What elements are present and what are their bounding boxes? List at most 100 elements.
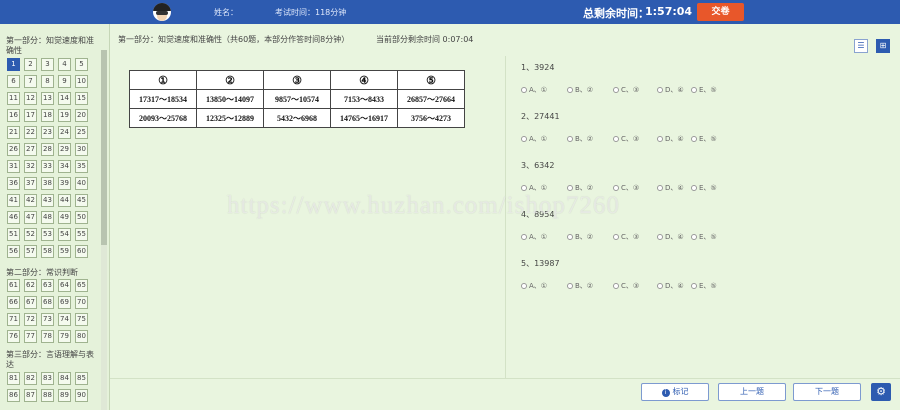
question-number-button[interactable]: 75 [75,313,88,326]
answer-option[interactable]: B、② [567,281,593,291]
question-number-button[interactable]: 45 [75,194,88,207]
question-number-button[interactable]: 71 [7,313,20,326]
radio-button[interactable] [657,136,663,142]
question-number-button[interactable]: 55 [75,228,88,241]
question-number-button[interactable]: 22 [24,126,37,139]
question-number-button[interactable]: 29 [58,143,71,156]
question-number-button[interactable]: 13 [41,92,54,105]
question-number-button[interactable]: 59 [58,245,71,258]
question-number-button[interactable]: 50 [75,211,88,224]
question-number-button[interactable]: 77 [24,330,37,343]
previous-question-button[interactable]: 上一题 [718,383,786,401]
question-number-button[interactable]: 47 [24,211,37,224]
question-number-button[interactable]: 79 [58,330,71,343]
question-number-button[interactable]: 51 [7,228,20,241]
question-number-button[interactable]: 66 [7,296,20,309]
radio-button[interactable] [691,234,697,240]
radio-button[interactable] [613,283,619,289]
answer-option[interactable]: C、③ [613,85,639,95]
question-number-button[interactable]: 60 [75,245,88,258]
question-number-button[interactable]: 15 [75,92,88,105]
question-number-button[interactable]: 43 [41,194,54,207]
answer-option[interactable]: E、⑤ [691,281,717,291]
question-number-button[interactable]: 9 [58,75,71,88]
question-number-button[interactable]: 69 [58,296,71,309]
question-number-button[interactable]: 27 [24,143,37,156]
radio-button[interactable] [567,185,573,191]
list-icon[interactable]: ☰ [854,39,868,53]
question-number-button[interactable]: 23 [41,126,54,139]
question-number-button[interactable]: 90 [75,389,88,402]
radio-button[interactable] [691,87,697,93]
question-number-button[interactable]: 28 [41,143,54,156]
question-number-button[interactable]: 7 [24,75,37,88]
question-number-button[interactable]: 85 [75,372,88,385]
question-number-button[interactable]: 35 [75,160,88,173]
question-number-button[interactable]: 76 [7,330,20,343]
answer-option[interactable]: E、⑤ [691,232,717,242]
question-number-button[interactable]: 52 [24,228,37,241]
question-number-button[interactable]: 30 [75,143,88,156]
mark-button[interactable]: i 标记 [641,383,709,401]
answer-option[interactable]: C、③ [613,281,639,291]
question-number-button[interactable]: 11 [7,92,20,105]
answer-option[interactable]: D、④ [657,134,684,144]
question-number-button[interactable]: 6 [7,75,20,88]
question-number-button[interactable]: 8 [41,75,54,88]
answer-option[interactable]: A、① [521,281,547,291]
radio-button[interactable] [657,185,663,191]
question-number-button[interactable]: 74 [58,313,71,326]
radio-button[interactable] [567,87,573,93]
answer-option[interactable]: C、③ [613,232,639,242]
answer-option[interactable]: C、③ [613,134,639,144]
question-number-button[interactable]: 42 [24,194,37,207]
radio-button[interactable] [567,234,573,240]
radio-button[interactable] [521,87,527,93]
question-number-button[interactable]: 80 [75,330,88,343]
question-number-button[interactable]: 1 [7,58,20,71]
question-number-button[interactable]: 89 [58,389,71,402]
question-number-button[interactable]: 81 [7,372,20,385]
radio-button[interactable] [613,136,619,142]
answer-option[interactable]: E、⑤ [691,183,717,193]
question-number-button[interactable]: 84 [58,372,71,385]
radio-button[interactable] [521,136,527,142]
radio-button[interactable] [657,283,663,289]
answer-option[interactable]: A、① [521,232,547,242]
question-number-button[interactable]: 46 [7,211,20,224]
question-number-button[interactable]: 39 [58,177,71,190]
question-number-button[interactable]: 21 [7,126,20,139]
question-number-button[interactable]: 14 [58,92,71,105]
answer-option[interactable]: D、④ [657,183,684,193]
radio-button[interactable] [613,185,619,191]
question-number-button[interactable]: 83 [41,372,54,385]
submit-exam-button[interactable]: 交卷 [697,3,744,21]
question-number-button[interactable]: 38 [41,177,54,190]
radio-button[interactable] [521,283,527,289]
question-number-button[interactable]: 70 [75,296,88,309]
question-number-button[interactable]: 44 [58,194,71,207]
question-number-button[interactable]: 63 [41,279,54,292]
question-number-button[interactable]: 4 [58,58,71,71]
question-number-button[interactable]: 24 [58,126,71,139]
question-number-button[interactable]: 5 [75,58,88,71]
question-number-button[interactable]: 48 [41,211,54,224]
radio-button[interactable] [613,234,619,240]
question-number-button[interactable]: 10 [75,75,88,88]
answer-option[interactable]: D、④ [657,281,684,291]
question-number-button[interactable]: 86 [7,389,20,402]
scrollbar-thumb[interactable] [101,50,107,245]
radio-button[interactable] [657,87,663,93]
question-number-button[interactable]: 88 [41,389,54,402]
grid-icon[interactable]: ⊞ [876,39,890,53]
question-number-button[interactable]: 67 [24,296,37,309]
question-number-button[interactable]: 36 [7,177,20,190]
radio-button[interactable] [613,87,619,93]
question-number-button[interactable]: 58 [41,245,54,258]
radio-button[interactable] [691,185,697,191]
question-number-button[interactable]: 87 [24,389,37,402]
question-number-button[interactable]: 49 [58,211,71,224]
question-number-button[interactable]: 3 [41,58,54,71]
question-number-button[interactable]: 57 [24,245,37,258]
question-number-button[interactable]: 82 [24,372,37,385]
